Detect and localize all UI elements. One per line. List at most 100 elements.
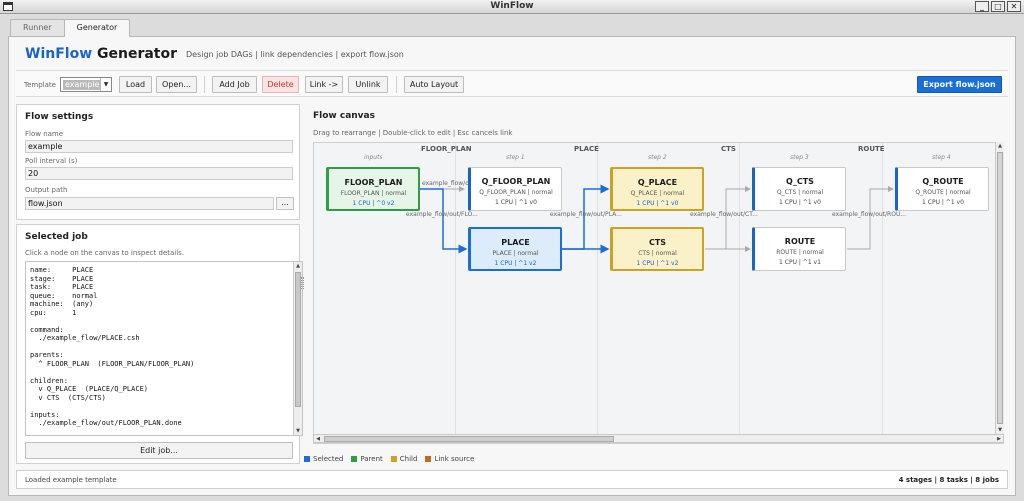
legend-label: Child: [399, 455, 418, 463]
node-meta: 1 CPU | ^1 v2: [636, 260, 679, 267]
scroll-up-icon[interactable]: ▲: [996, 142, 1004, 150]
panel-splitter[interactable]: [301, 277, 304, 289]
window-title: WinFlow: [490, 1, 534, 11]
legend-label: Link source: [434, 455, 475, 463]
toolbar-divider: [204, 76, 205, 93]
scroll-up-icon[interactable]: ▲: [294, 262, 302, 270]
node-q-route[interactable]: Q_ROUTE Q_ROUTE | normal 1 CPU | ^1 v0: [895, 167, 989, 211]
canvas-horizontal-scrollbar[interactable]: ◀ ▶: [313, 434, 1004, 443]
node-q-floor-plan[interactable]: Q_FLOOR_PLAN Q_FLOOR_PLAN | normal 1 CPU…: [468, 167, 562, 211]
node-subtitle: Q_PLACE | normal: [630, 190, 685, 197]
selected-job-title: Selected job: [25, 232, 88, 242]
node-name: Q_CTS: [786, 177, 814, 186]
edit-job-button[interactable]: Edit job...: [25, 442, 293, 459]
scrollbar-thumb[interactable]: [324, 436, 614, 442]
load-button[interactable]: Load: [119, 76, 152, 93]
status-message: Loaded example template: [25, 476, 117, 484]
scrollbar-thumb[interactable]: [997, 152, 1003, 424]
status-summary: 4 stages | 8 tasks | 8 jobs: [898, 476, 999, 484]
output-path-field[interactable]: flow.json: [25, 197, 274, 210]
flow-canvas-hint: Drag to rearrange | Double-click to edit…: [313, 129, 513, 137]
browse-button[interactable]: ...: [276, 197, 294, 210]
node-name: CTS: [648, 238, 667, 247]
toolbar: Template example ▼ Load Open... Add Job …: [16, 70, 1008, 97]
edge-route-q-route: [847, 186, 894, 250]
legend-item-link-source: Link source: [425, 455, 474, 463]
scroll-right-icon[interactable]: ▶: [995, 435, 1003, 443]
node-subtitle: ROUTE | normal: [776, 249, 824, 256]
node-subtitle: Q_FLOOR_PLAN | normal: [479, 189, 553, 196]
node-meta: 1 CPU | ^1 v0: [779, 199, 821, 206]
add-job-button[interactable]: Add Job: [212, 76, 257, 93]
title-rest: Generator: [97, 46, 178, 62]
auto-layout-button[interactable]: Auto Layout: [404, 76, 464, 93]
node-subtitle: FLOOR_PLAN | normal: [340, 190, 407, 197]
status-bar: Loaded example template 4 stages | 8 tas…: [16, 470, 1008, 489]
open-button[interactable]: Open...: [156, 76, 197, 93]
scroll-down-icon[interactable]: ▼: [294, 427, 302, 435]
maximize-button[interactable]: □: [991, 1, 1005, 12]
tab-runner[interactable]: Runner: [10, 19, 65, 36]
node-name: ROUTE: [784, 237, 816, 246]
node-q-cts[interactable]: Q_CTS Q_CTS | normal 1 CPU | ^1 v0: [752, 167, 846, 211]
node-cts[interactable]: CTS CTS | normal 1 CPU | ^1 v2: [610, 227, 704, 271]
job-details-text[interactable]: name: PLACE stage: PLACE task: PLACE que…: [25, 261, 303, 436]
node-subtitle: PLACE | normal: [492, 250, 539, 257]
canvas-legend: Selected Parent Child Link source: [304, 455, 474, 463]
legend-label: Selected: [313, 455, 344, 463]
page-title: WinFlow Generator: [25, 46, 177, 62]
legend-item-selected: Selected: [304, 455, 343, 463]
export-button[interactable]: Export flow.json: [917, 76, 1002, 93]
tab-bar: Runner Generator: [10, 19, 131, 37]
node-subtitle: Q_CTS | normal: [776, 189, 824, 196]
canvas-vertical-scrollbar[interactable]: ▲ ▼: [995, 142, 1004, 434]
selected-job-panel: Selected job Click a node on the canvas …: [16, 224, 303, 464]
legend-swatch: [351, 456, 358, 462]
scroll-left-icon[interactable]: ◀: [314, 435, 322, 443]
title-accent: WinFlow: [25, 46, 93, 62]
template-select-value: example: [63, 80, 102, 90]
unlink-button[interactable]: Unlink: [348, 76, 388, 93]
window-titlebar: WinFlow _ □ ✕: [0, 0, 1024, 14]
node-name: PLACE: [501, 238, 530, 247]
edge-cts-q-cts: [705, 186, 751, 250]
template-select[interactable]: example ▼: [60, 77, 112, 92]
node-subtitle: CTS | normal: [638, 250, 677, 257]
minimize-button[interactable]: _: [975, 1, 989, 12]
edge-place-q-place: [562, 184, 610, 250]
node-floor-plan[interactable]: FLOOR_PLAN FLOOR_PLAN | normal 1 CPU | ^…: [326, 167, 420, 211]
poll-interval-field[interactable]: 20: [25, 167, 293, 180]
legend-swatch: [390, 456, 397, 462]
tab-generator[interactable]: Generator: [63, 19, 131, 37]
close-button[interactable]: ✕: [1007, 1, 1021, 12]
delete-button[interactable]: Delete: [262, 76, 299, 93]
scrollbar-thumb[interactable]: [295, 272, 301, 407]
template-label: Template: [24, 81, 56, 89]
node-q-place[interactable]: Q_PLACE Q_PLACE | normal 1 CPU | ^1 v0: [610, 167, 704, 211]
legend-swatch: [304, 456, 310, 462]
node-place[interactable]: PLACE PLACE | normal 1 CPU | ^1 v2: [468, 227, 562, 271]
flow-canvas[interactable]: FLOOR_PLAN PLACE CTS ROUTE inputs step 1…: [313, 142, 1004, 444]
toolbar-divider: [396, 76, 397, 93]
flow-name-field[interactable]: example: [25, 140, 293, 153]
legend-label: Parent: [360, 455, 383, 463]
scroll-down-icon[interactable]: ▼: [996, 426, 1004, 434]
edge-floor-plan-place: [420, 188, 468, 254]
node-meta: 1 CPU | ^1 v0: [495, 199, 537, 206]
edge-label: example_flow/out/FLO...: [406, 211, 478, 218]
flow-settings-panel: Flow settings Flow name example Poll int…: [16, 104, 300, 220]
job-details-content: name: PLACE stage: PLACE task: PLACE que…: [30, 266, 195, 427]
flow-settings-title: Flow settings: [25, 112, 94, 122]
node-route[interactable]: ROUTE ROUTE | normal 1 CPU | ^1 v1: [752, 227, 846, 271]
legend-item-parent: Parent: [351, 455, 383, 463]
link-button[interactable]: Link ->: [305, 76, 343, 93]
flow-canvas-title: Flow canvas: [313, 111, 375, 121]
page-subtitle: Design job DAGs | link dependencies | ex…: [186, 50, 404, 59]
node-name: Q_FLOOR_PLAN: [481, 177, 551, 186]
node-meta: 1 CPU | ^1 v2: [494, 260, 537, 267]
node-name: Q_ROUTE: [922, 177, 964, 186]
page-header: WinFlow Generator Design job DAGs | link…: [16, 44, 1008, 65]
legend-item-child: Child: [390, 455, 418, 463]
output-path-label: Output path: [25, 186, 68, 194]
poll-interval-label: Poll interval (s): [25, 157, 78, 165]
